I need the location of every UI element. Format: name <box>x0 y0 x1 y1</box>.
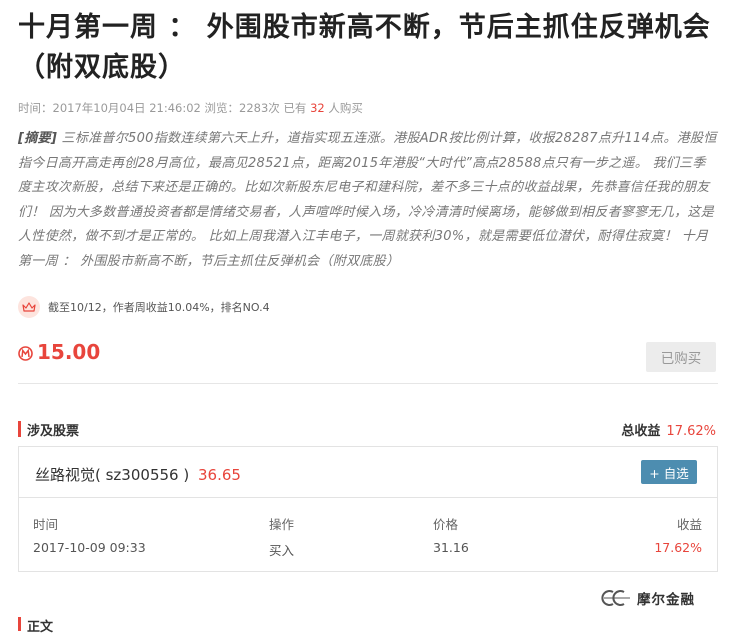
stock-price: 36.65 <box>197 466 241 484</box>
add-to-watchlist-button[interactable]: + 自选 <box>641 460 697 484</box>
total-gain-label: 总收益 <box>621 424 661 439</box>
crown-icon <box>18 296 40 318</box>
publish-time: 2017年10月04日 21:46:02 <box>52 101 201 115</box>
article-meta: 时间：2017年10月04日 21:46:02 浏览：2283次 已有 32 人… <box>18 100 718 116</box>
stocks-section-header: 涉及股票 总收益 17.62% <box>18 420 718 439</box>
author-rank: 截至10/12，作者周收益10.04%，排名NO.4 <box>18 294 718 320</box>
bought-count: 32 <box>310 101 325 115</box>
view-count: 2283次 <box>239 101 280 115</box>
article-summary: [摘要] 三标准普尔500指数连续第六天上升，道指实现五连涨。港股ADR按比例计… <box>18 127 718 274</box>
article-title: 十月第一周 ： 外围股市新高不断，节后主抓住反弹机会（附双底股） <box>18 12 711 83</box>
trade-action: 买入 <box>269 543 295 558</box>
trade-gain: 17.62% <box>654 540 702 555</box>
article-price: 15.00 <box>37 340 101 364</box>
trade-price: 31.16 <box>433 540 469 555</box>
watermark-text: 摩尔金融 <box>637 592 695 608</box>
column-header-time: 时间 <box>33 517 59 532</box>
summary-label: [摘要] <box>18 131 58 146</box>
column-header-action: 操作 <box>269 517 295 532</box>
column-header-price: 价格 <box>433 517 459 532</box>
price-row: 15.00 已购买 <box>18 340 718 374</box>
coin-icon <box>18 346 33 361</box>
section-accent-bar <box>18 421 21 437</box>
stock-name-row: 丝路视觉( sz300556 ) 36.65 <box>35 464 241 485</box>
stock-card-header: 丝路视觉( sz300556 ) 36.65 + 自选 <box>19 447 717 498</box>
summary-text: 三标准普尔500指数连续第六天上升，道指实现五连涨。港股ADR按比例计算，收报2… <box>18 131 717 269</box>
stock-card: 丝路视觉( sz300556 ) 36.65 + 自选 时间 操作 价格 收益 … <box>18 446 718 572</box>
bought-prefix: 已有 <box>283 101 307 115</box>
bought-button[interactable]: 已购买 <box>646 342 716 372</box>
stock-name[interactable]: 丝路视觉( sz300556 ) <box>35 466 189 484</box>
rank-text: 截至10/12，作者周收益10.04%，排名NO.4 <box>48 301 270 314</box>
section-accent-bar <box>18 617 21 631</box>
total-gain-value: 17.62% <box>666 424 716 439</box>
watermark-logo-icon <box>601 590 630 606</box>
divider <box>18 383 718 384</box>
trade-time: 2017-10-09 09:33 <box>33 540 146 555</box>
column-header-gain: 收益 <box>676 517 702 532</box>
views-label: 浏览： <box>204 101 240 115</box>
watermark: 摩尔金融 <box>600 587 695 609</box>
bought-suffix: 人购买 <box>328 101 363 115</box>
time-label: 时间： <box>18 101 53 115</box>
total-gain: 总收益 17.62% <box>621 420 716 439</box>
stocks-section-title: 涉及股票 <box>27 424 80 439</box>
